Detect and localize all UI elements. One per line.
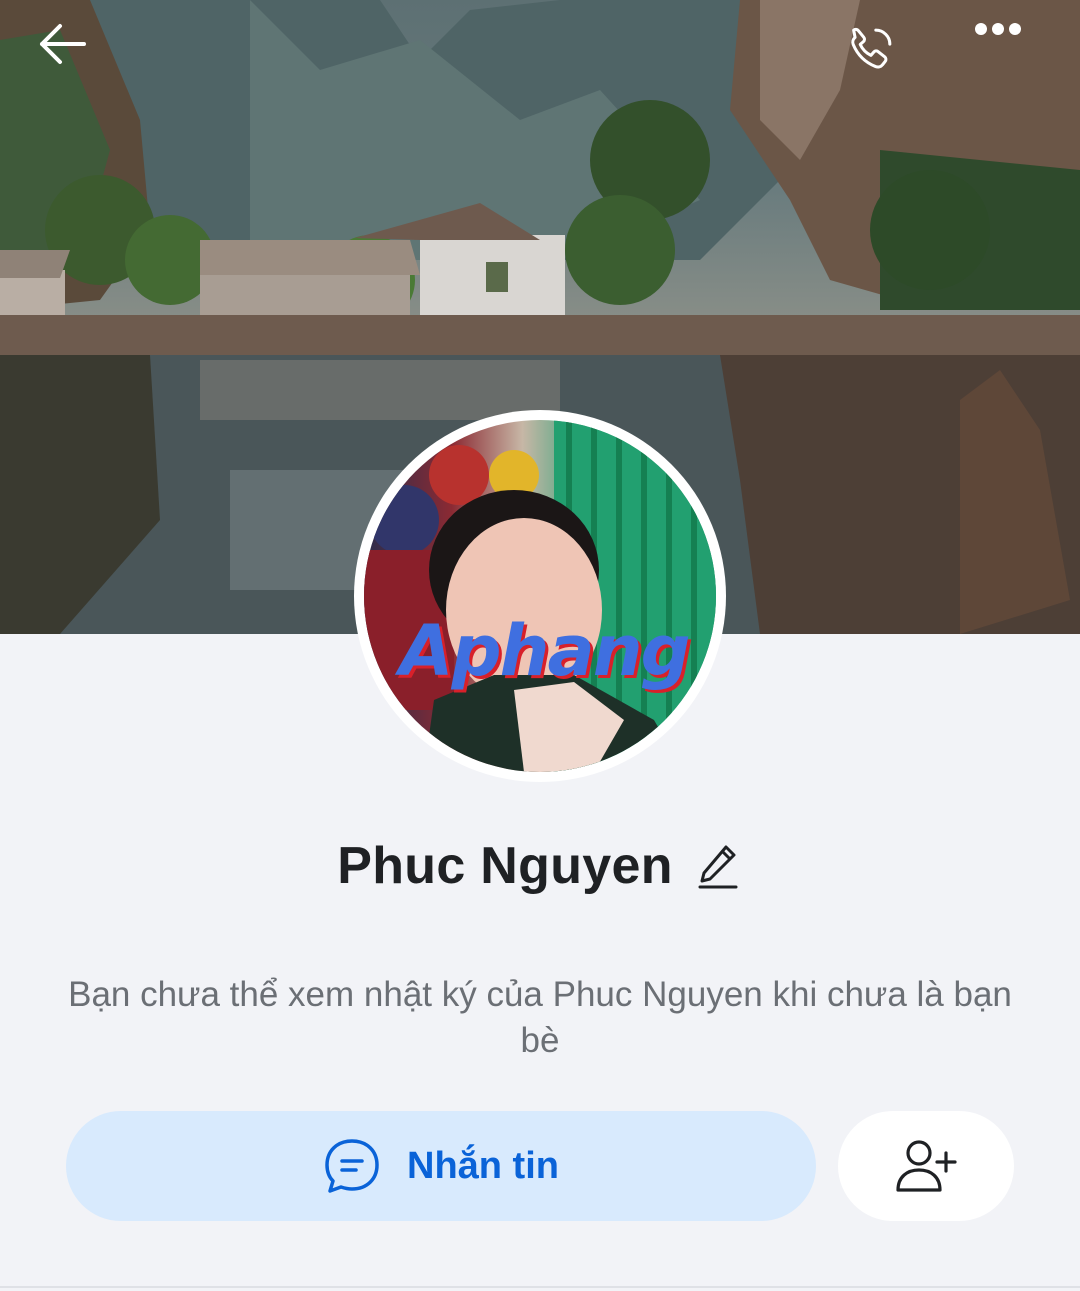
back-button[interactable]	[36, 22, 116, 102]
edit-name-button[interactable]	[695, 842, 743, 890]
add-friend-button[interactable]	[838, 1111, 1014, 1221]
avatar-portrait-illustration	[364, 420, 716, 772]
avatar[interactable]: Aphang	[354, 410, 726, 782]
chat-bubble-icon	[325, 1139, 379, 1193]
call-button[interactable]	[842, 22, 922, 102]
profile-name: Phuc Nguyen	[337, 837, 673, 895]
more-horizontal-icon	[975, 23, 1021, 35]
arrow-left-icon	[40, 24, 86, 64]
profile-page: Aphang Phuc Nguyen Bạn chưa thể xem nhật…	[0, 0, 1080, 1291]
phone-icon	[851, 27, 892, 69]
profile-name-row: Phuc Nguyen	[0, 836, 1080, 896]
avatar-watermark: Aphang	[399, 610, 690, 692]
bottom-divider	[0, 1286, 1080, 1288]
more-options-button[interactable]	[974, 22, 1054, 102]
avatar-photo: Aphang	[364, 420, 716, 772]
diary-restriction-message: Bạn chưa thể xem nhật ký của Phuc Nguyen…	[68, 975, 1012, 1060]
send-message-button[interactable]: Nhắn tin	[66, 1111, 816, 1221]
send-message-label: Nhắn tin	[407, 1144, 559, 1187]
pencil-icon	[698, 845, 738, 889]
add-user-icon	[896, 1140, 957, 1192]
